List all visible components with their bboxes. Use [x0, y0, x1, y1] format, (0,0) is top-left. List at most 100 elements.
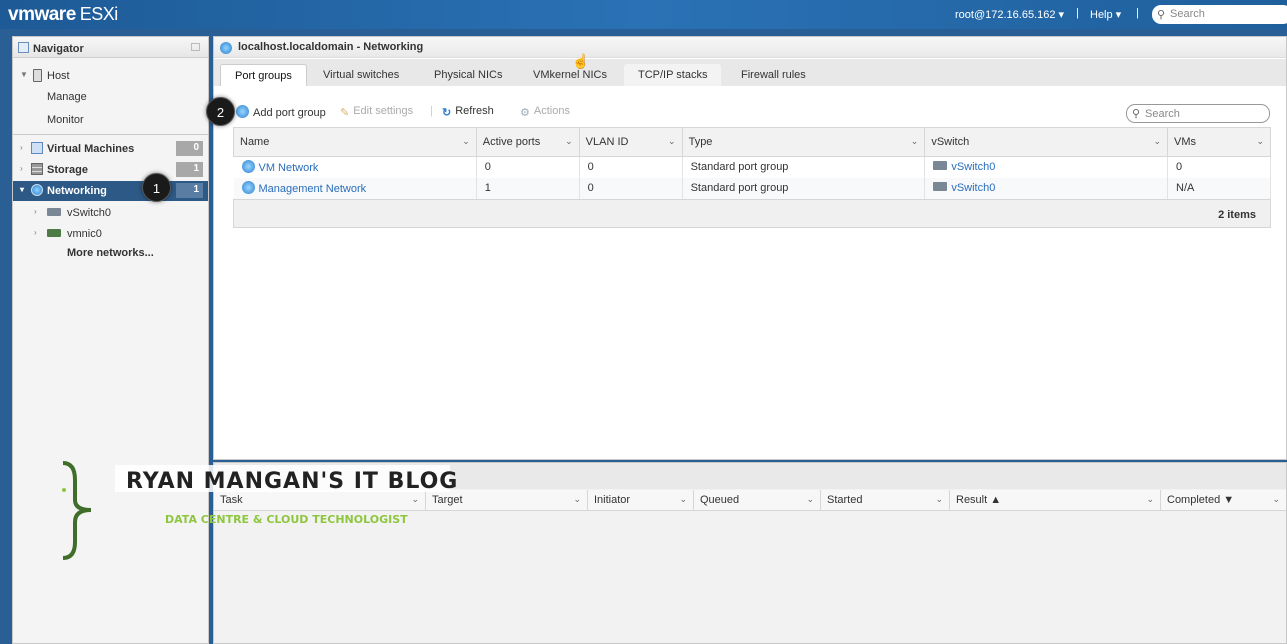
tab-virtual-switches[interactable]: Virtual switches [309, 64, 413, 86]
network-globe-icon [31, 184, 43, 196]
add-port-group-button[interactable]: Add port group [236, 105, 326, 119]
grid-search-input[interactable]: ⚲ Search [1126, 104, 1270, 123]
tab-tcpip-stacks[interactable]: TCP/IP stacks [624, 64, 722, 86]
chevron-down-icon[interactable]: ⌄ [1256, 136, 1264, 147]
navigator-icon [18, 42, 29, 53]
collapse-arrow-icon[interactable]: ▼ [20, 70, 28, 79]
nav-item-virtual-machines[interactable]: › Virtual Machines 0 [13, 139, 208, 159]
help-menu[interactable]: Help ▾ [1090, 8, 1121, 21]
vswitch-cell[interactable]: vSwitch0 [924, 177, 1169, 199]
nav-item-vmnic0[interactable]: › vmnic0 [13, 224, 208, 244]
nav-item-vswitch0[interactable]: › vSwitch0 [13, 203, 208, 223]
port-groups-table: Name ⌄ Active ports ⌄ VLAN ID ⌄ Type ⌄ vSwit… [233, 127, 1271, 199]
search-icon: ⚲ [1132, 108, 1141, 120]
expand-arrow-icon[interactable]: › [20, 143, 23, 152]
hand-cursor-icon: ☝ [572, 53, 590, 69]
chevron-down-icon[interactable]: ⌄ [573, 494, 581, 505]
type-cell: Standard port group [682, 177, 926, 199]
toolbar-separator: | [430, 105, 433, 117]
column-header-started[interactable]: Started ⌄ [821, 490, 950, 511]
global-search-input[interactable]: ⚲ Search [1152, 5, 1287, 24]
refresh-icon: ↻ [442, 107, 452, 119]
top-bar: vmware ESXi root@172.16.65.162 ▾ | Help ▾… [0, 0, 1287, 29]
host-icon [33, 69, 42, 82]
user-menu[interactable]: root@172.16.65.162 ▾ [955, 8, 1064, 21]
chevron-down-icon[interactable]: ⌄ [565, 136, 573, 147]
column-header-type[interactable]: Type ⌄ [681, 127, 926, 157]
column-header-active-ports[interactable]: Active ports ⌄ [475, 127, 580, 157]
chevron-down-icon[interactable]: ⌄ [668, 136, 676, 147]
chevron-down-icon[interactable]: ⌄ [462, 136, 470, 147]
vswitch-icon [47, 208, 61, 216]
column-header-name[interactable]: Name ⌄ [233, 127, 477, 157]
nic-icon [47, 229, 61, 237]
vlan-cell: 0 [579, 177, 683, 199]
actions-button[interactable]: ⚙ Actions [520, 105, 570, 119]
nav-item-manage[interactable]: Manage [13, 87, 208, 107]
storage-icon [31, 163, 43, 175]
networking-panel: localhost.localdomain - Networking Port … [213, 36, 1287, 460]
pin-icon[interactable] [191, 43, 200, 51]
nav-item-host[interactable]: ▼ Host [13, 66, 208, 86]
separator: | [1136, 7, 1139, 19]
expand-arrow-icon[interactable]: › [20, 164, 23, 173]
table-row[interactable]: Management Network 1 0 Standard port gro… [233, 177, 1271, 199]
port-group-name[interactable]: Management Network [233, 177, 477, 199]
vswitch-icon [933, 161, 948, 171]
expand-arrow-icon[interactable]: › [34, 207, 37, 216]
chevron-down-icon[interactable]: ⌄ [935, 494, 943, 505]
table-row[interactable]: VM Network 0 0 Standard port group vSwit… [233, 156, 1271, 178]
port-group-icon [241, 160, 255, 174]
count-badge: 1 [176, 162, 203, 177]
column-header-initiator[interactable]: Initiator ⌄ [588, 490, 694, 511]
active-ports-cell: 0 [476, 156, 580, 178]
nav-item-monitor[interactable]: Monitor [13, 110, 208, 130]
chevron-down-icon[interactable]: ⌄ [411, 494, 419, 505]
nav-item-storage[interactable]: › Storage 1 [13, 160, 208, 180]
tab-vmkernel-nics[interactable]: VMkernel NICs [519, 64, 621, 86]
tab-bar: Port groups Virtual switches Physical NI… [214, 59, 1286, 86]
vms-cell: N/A [1167, 177, 1271, 199]
chevron-down-icon[interactable]: ⌄ [911, 136, 919, 147]
column-header-result[interactable]: Result ▲ ⌄ [950, 490, 1161, 511]
tab-port-groups[interactable]: Port groups [220, 64, 307, 86]
add-network-icon [236, 105, 249, 118]
refresh-button[interactable]: ↻ Refresh [442, 105, 494, 119]
count-badge: 0 [176, 141, 203, 156]
chevron-down-icon[interactable]: ⌄ [1272, 494, 1280, 505]
nav-item-networking[interactable]: ▾ Networking 1 [13, 181, 208, 201]
panel-header: localhost.localdomain - Networking [214, 37, 1286, 58]
column-header-completed[interactable]: Completed ▼ ⌄ [1161, 490, 1286, 511]
expand-arrow-icon[interactable]: › [34, 228, 37, 237]
watermark-title: RYAN MANGAN'S IT BLOG [126, 469, 459, 494]
count-badge: 1 [176, 183, 203, 198]
vswitch-cell[interactable]: vSwitch0 [924, 156, 1169, 178]
divider [13, 134, 208, 135]
callout-badge: 1 [142, 173, 171, 202]
tab-physical-nics[interactable]: Physical NICs [420, 64, 516, 86]
network-globe-icon [220, 42, 232, 54]
vmware-logo: vmware ESXi [8, 4, 118, 25]
collapse-arrow-icon[interactable]: ▾ [20, 185, 24, 194]
nav-item-more-networks[interactable]: More networks... [13, 243, 208, 263]
chevron-down-icon[interactable]: ⌄ [806, 494, 814, 505]
column-header-vms[interactable]: VMs ⌄ [1167, 127, 1271, 157]
tab-firewall-rules[interactable]: Firewall rules [727, 64, 820, 86]
chevron-down-icon[interactable]: ⌄ [1146, 494, 1154, 505]
column-header-vswitch[interactable]: vSwitch ⌄ [924, 127, 1169, 157]
watermark-brace-logo [62, 461, 92, 560]
type-cell: Standard port group [682, 156, 926, 178]
chevron-down-icon[interactable]: ⌄ [1154, 136, 1162, 147]
column-header-vlan-id[interactable]: VLAN ID ⌄ [578, 127, 683, 157]
navigator-panel: Navigator ▼ Host Manage Monitor › Virtua… [12, 36, 209, 644]
port-group-name[interactable]: VM Network [233, 156, 477, 178]
separator: | [1076, 7, 1079, 19]
search-icon: ⚲ [1157, 9, 1166, 21]
column-header-queued[interactable]: Queued ⌄ [694, 490, 821, 511]
navigator-header: Navigator [13, 37, 208, 58]
edit-settings-button[interactable]: ✎ Edit settings [340, 105, 413, 119]
vms-cell: 0 [1167, 156, 1271, 178]
vlan-cell: 0 [579, 156, 683, 178]
chevron-down-icon[interactable]: ⌄ [679, 494, 687, 505]
item-count: 2 items [233, 199, 1271, 228]
